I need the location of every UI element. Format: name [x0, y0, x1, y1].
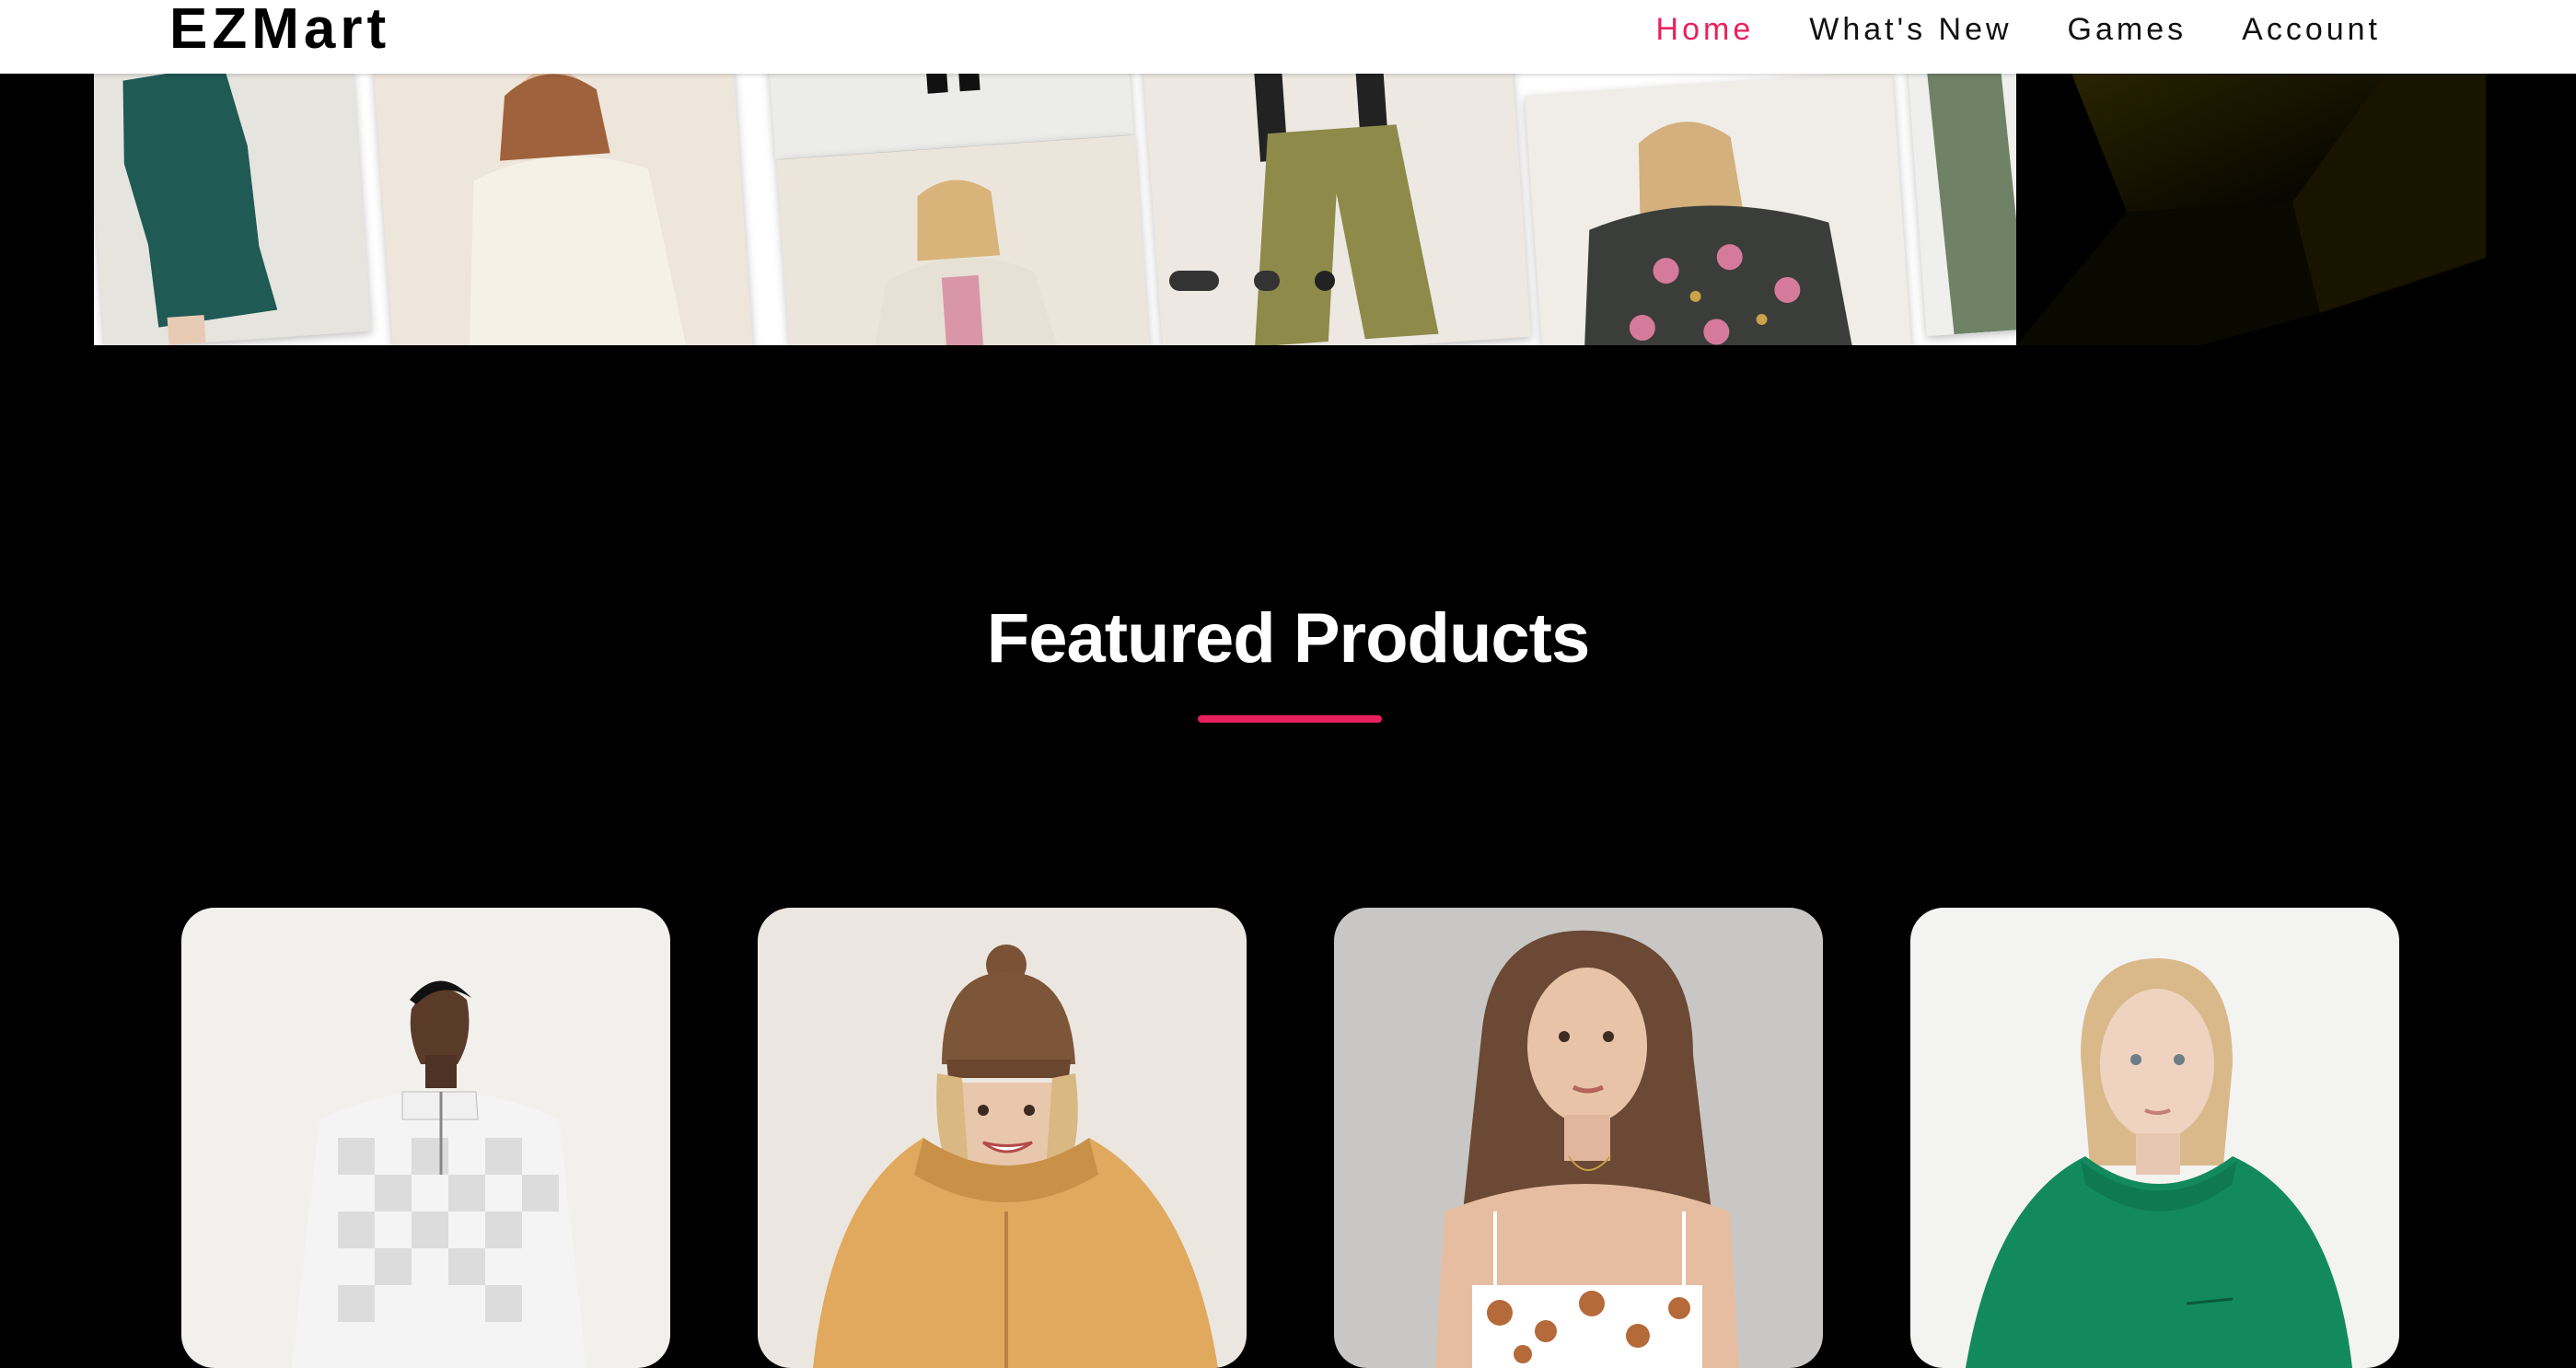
slide-photo-long-cardigan: [776, 134, 1152, 345]
nav-link-whats-new[interactable]: What's New: [1809, 12, 2012, 48]
top-navbar: EZMart Home What's New Games Account: [0, 0, 2576, 74]
product-card-1[interactable]: [181, 908, 670, 1368]
product-card-2[interactable]: [758, 908, 1247, 1368]
product-image-1: [292, 980, 586, 1368]
slider-dot-3[interactable]: [1315, 271, 1335, 291]
slider-dot-2[interactable]: [1254, 271, 1280, 291]
slider-pagination: [1169, 271, 1335, 291]
product-image-3: [1435, 930, 1739, 1368]
main-nav: Home What's New Games Account: [1656, 0, 2381, 59]
nav-link-games[interactable]: Games: [2068, 12, 2187, 48]
slide-photo-cream-sweater: [373, 74, 754, 345]
section-title-featured: Featured Products: [986, 599, 1590, 678]
nav-link-home[interactable]: Home: [1656, 12, 1755, 48]
slide-photo-green-romper: [94, 74, 372, 345]
slide-photo-strawberry-sweater: [1524, 74, 1914, 345]
product-card-3[interactable]: [1334, 908, 1823, 1368]
slide-photo-green-jacket: [1907, 74, 2016, 337]
product-card-4[interactable]: [1910, 908, 2399, 1368]
hero-decorative-panel: [2016, 74, 2486, 345]
product-image-2: [813, 945, 1218, 1368]
slider-dot-1[interactable]: [1169, 271, 1219, 291]
product-image-4: [1966, 958, 2352, 1368]
nav-link-account[interactable]: Account: [2242, 12, 2381, 48]
hero-slider[interactable]: [94, 74, 2016, 345]
slide-photo-olive-cargo-pants: [1142, 74, 1532, 345]
brand-logo[interactable]: EZMart: [169, 0, 390, 59]
title-underline: [1198, 715, 1382, 723]
